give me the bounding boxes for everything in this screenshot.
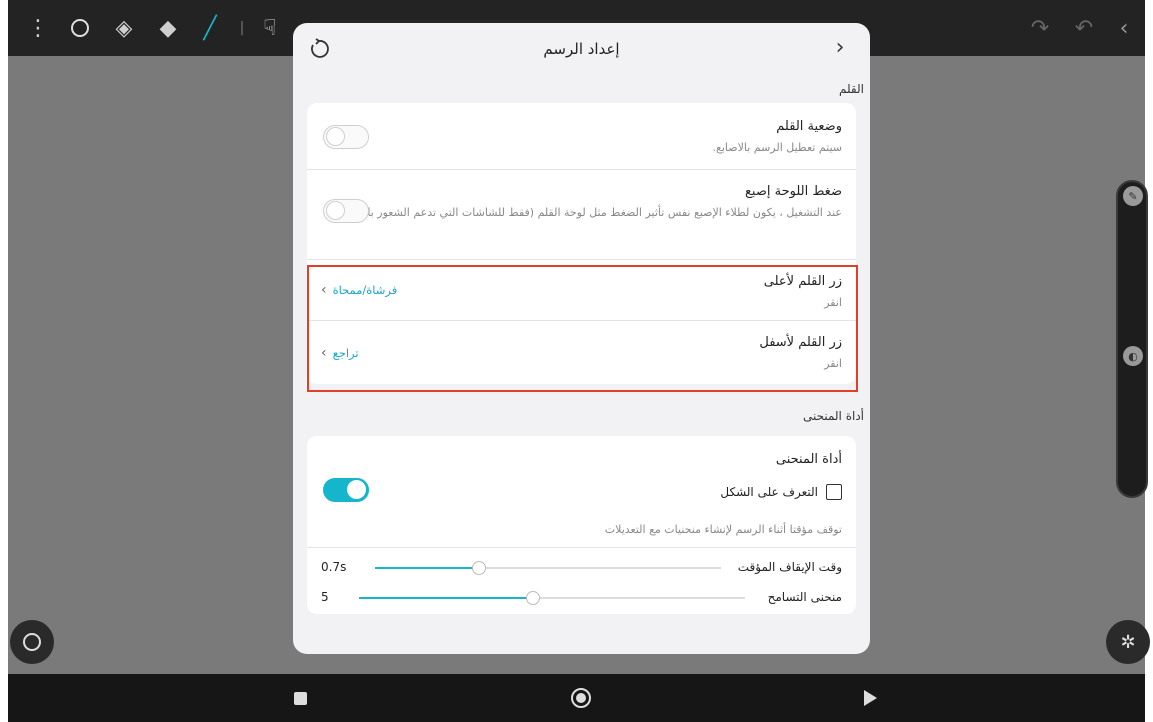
chevron-left-icon: ‹ [321,345,327,361]
smudge-icon[interactable]: ☟ [254,12,286,44]
shape-recognition-row[interactable]: التعرف على الشكل [720,484,842,500]
pause-time-row: وقت الإيقاف المؤقت 0.7s [307,552,856,582]
curve-tool-row: أداة المنحنى التعرف على الشكل توقف مؤقتا… [307,436,856,548]
finger-pressure-toggle[interactable] [323,199,369,223]
pause-time-label: وقت الإيقاف المؤقت [737,560,842,574]
dialog-title: إعداد الرسم [543,40,620,58]
pen-settings-card: وضعية القلم سيتم تعطيل الرسم بالاصابع. ض… [307,103,856,384]
pen-mode-title: وضعية القلم [776,119,842,134]
back-icon[interactable]: ‹ [1108,12,1140,44]
brush-size-icon[interactable] [64,12,96,44]
pen-lower-title: زر القلم لأسفل [759,335,842,350]
pause-time-fill [375,567,479,569]
pen-lower-button-row[interactable]: زر القلم لأسفل انقر ‹ تراجع [307,321,856,384]
home-icon[interactable] [569,686,593,710]
curve-tool-card: أداة المنحنى التعرف على الشكل توقف مؤقتا… [307,436,856,614]
layers-icon[interactable]: ◈ [108,12,140,44]
pen-lower-value-text: تراجع [332,346,359,360]
finger-pressure-subtitle: عند التشغيل ، يكون لطلاء الإصبع نفس تأثي… [334,206,842,219]
undo-icon[interactable]: ↶ [1068,12,1100,44]
curve-tool-toggle[interactable] [323,478,369,502]
pen-lower-value[interactable]: ‹ تراجع [321,345,359,361]
pen-upper-value[interactable]: ‹ فرشاة/ممحاة [321,282,397,298]
pause-time-slider[interactable] [375,561,721,575]
redo-icon[interactable]: ↷ [1024,12,1056,44]
collapse-icon: ✲ [1120,631,1136,653]
tolerance-thumb[interactable] [525,591,540,605]
pause-time-value: 0.7s [321,560,347,574]
brush-icon[interactable]: ╱ [194,12,226,44]
collapse-button[interactable]: ✲ [1106,620,1150,664]
tolerance-label: منحنى التسامح [767,590,842,604]
brush-size-slider[interactable]: ✎ ◐ [1116,180,1148,498]
tolerance-row: منحنى التسامح 5 [307,582,856,612]
pause-time-thumb[interactable] [471,561,486,575]
opacity-icon: ◐ [1123,346,1143,366]
finger-pressure-title: ضغط اللوحة إصبع [744,184,842,199]
shape-recognition-checkbox[interactable] [826,484,842,500]
pencil-icon: ✎ [1123,186,1143,206]
chevron-left-icon: ‹ [321,282,327,298]
system-nav-bar [8,674,1145,722]
finger-pressure-row[interactable]: ضغط اللوحة إصبع عند التشغيل ، يكون لطلاء… [307,170,856,260]
pen-lower-subtitle: انقر [824,357,842,370]
eraser-icon[interactable]: ◆ [152,12,184,44]
curve-tool-title: أداة المنحنى [775,452,842,467]
more-menu-icon[interactable]: ⋮ [22,12,54,44]
pen-upper-title: زر القلم لأعلى [763,274,842,289]
reset-icon[interactable] [307,37,331,61]
pen-mode-toggle[interactable] [323,125,369,149]
shape-recognition-label: التعرف على الشكل [720,485,818,499]
back-chevron-icon[interactable]: ‹ [828,37,852,61]
recents-icon[interactable] [288,686,312,710]
pen-section-label: القلم [838,82,864,96]
dialog-header: ‹ إعداد الرسم [293,23,870,75]
curve-section-label: أداة المنحنى [802,409,864,423]
circle-icon [23,633,41,651]
pen-upper-value-text: فرشاة/ممحاة [332,283,398,297]
color-picker-button[interactable] [10,620,54,664]
play-icon[interactable] [858,686,882,710]
curve-tool-hint: توقف مؤقتا أثناء الرسم لإنشاء منحنيات مع… [604,523,842,536]
pen-mode-subtitle: سيتم تعطيل الرسم بالاصابع. [712,141,842,154]
screen-edge-left [0,0,8,722]
pen-upper-button-row[interactable]: زر القلم لأعلى انقر ‹ فرشاة/ممحاة [307,260,856,321]
drawing-settings-dialog: ‹ إعداد الرسم القلم وضعية القلم سيتم تعط… [293,23,870,654]
pen-mode-row[interactable]: وضعية القلم سيتم تعطيل الرسم بالاصابع. [307,103,856,170]
pen-upper-subtitle: انقر [824,296,842,309]
tolerance-value: 5 [321,590,329,604]
tolerance-slider[interactable] [359,591,745,605]
tolerance-fill [359,597,533,599]
